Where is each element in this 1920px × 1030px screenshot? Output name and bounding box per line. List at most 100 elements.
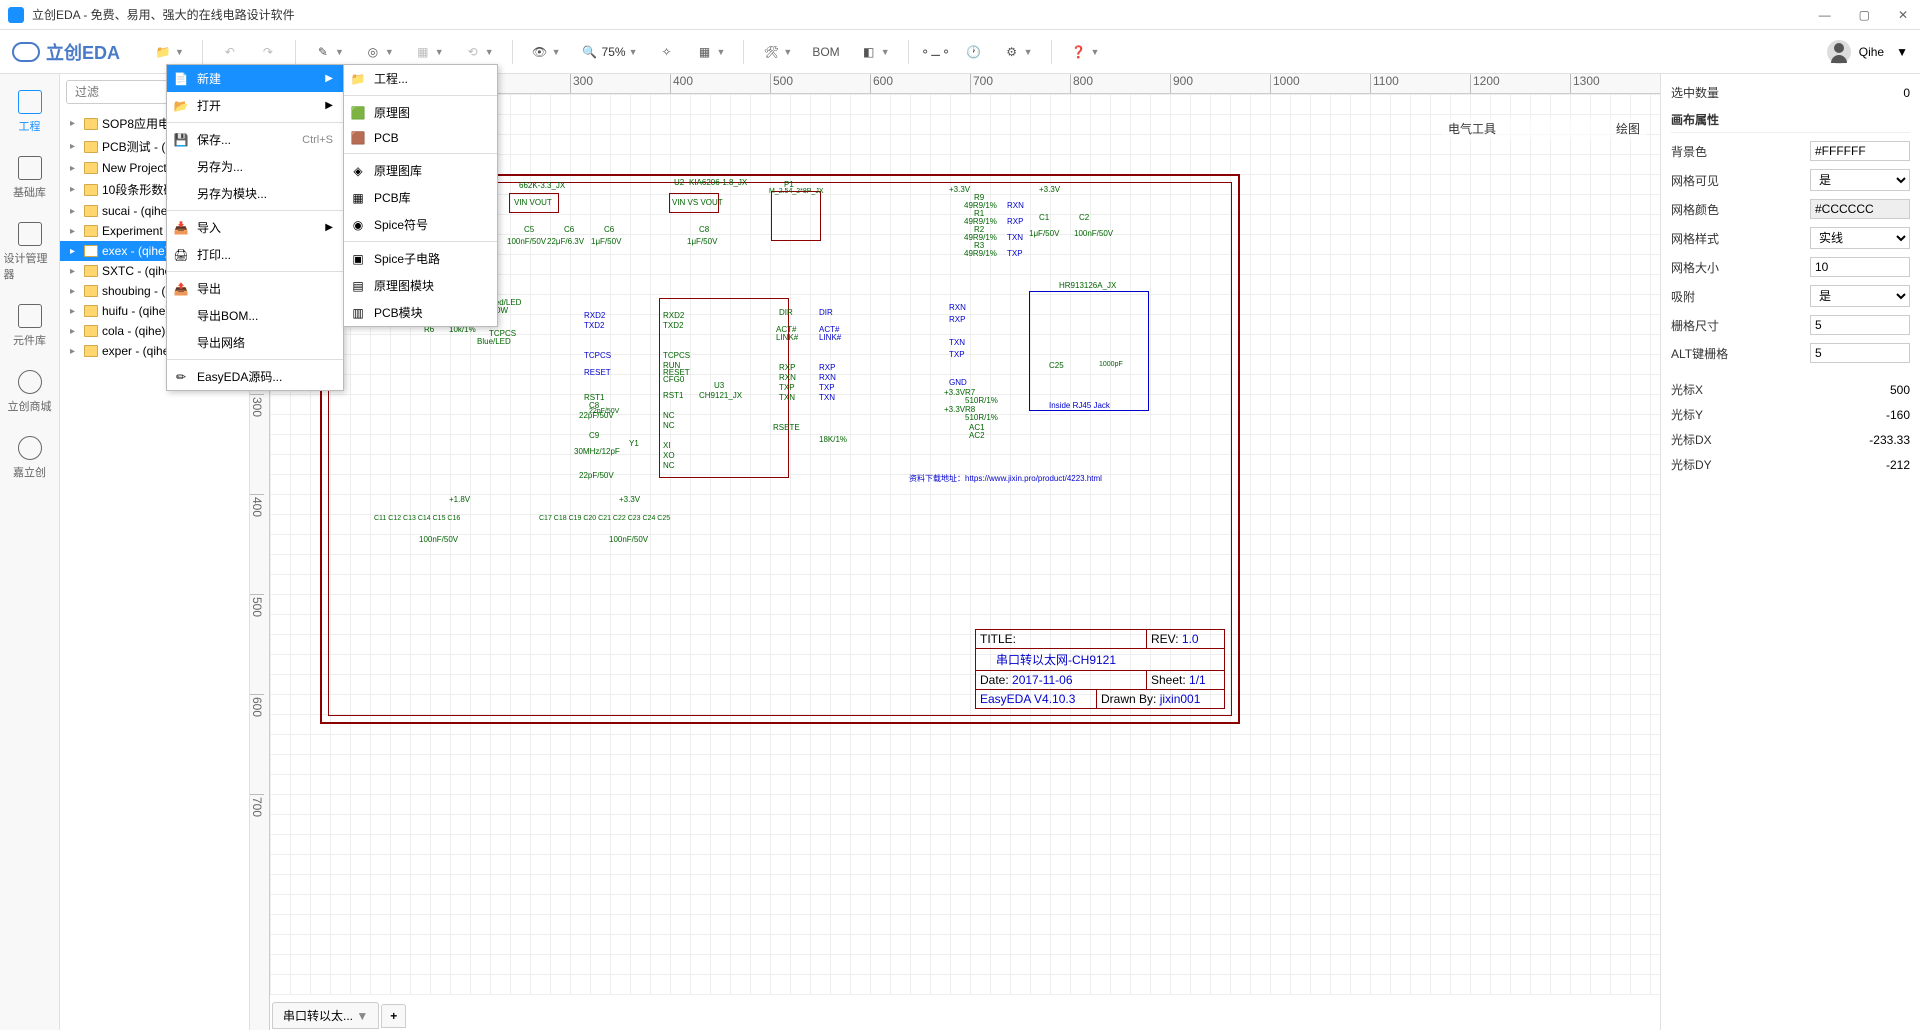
menu-item[interactable]: ✏EasyEDA源码... bbox=[167, 363, 343, 390]
titlebar: 立创EDA - 免费、易用、强大的在线电路设计软件 — ▢ ✕ bbox=[0, 0, 1920, 30]
gridstyle-select[interactable]: 实线 bbox=[1810, 227, 1910, 249]
folder-icon bbox=[84, 225, 98, 237]
zoom-label: 75% bbox=[602, 45, 626, 59]
place-button[interactable]: ◎▼ bbox=[358, 39, 400, 65]
menu-item[interactable]: 📁工程... bbox=[344, 65, 497, 92]
menu-item[interactable]: 导出网络 bbox=[167, 329, 343, 356]
nav-jlc[interactable]: 嘉立创 bbox=[4, 428, 56, 488]
jlc-icon bbox=[18, 436, 42, 460]
help-button[interactable]: ❓▼ bbox=[1064, 39, 1106, 65]
redo-button[interactable]: ↷ bbox=[253, 39, 283, 65]
folder-icon bbox=[84, 118, 98, 130]
redo-icon: ↷ bbox=[259, 43, 277, 61]
menu-item[interactable]: 🟩原理图 bbox=[344, 99, 497, 126]
menu-item[interactable]: ▣Spice子电路 bbox=[344, 245, 497, 272]
menu-item[interactable]: 📄新建▶ bbox=[167, 65, 343, 92]
sheet-tabs: 串口转以太... ▼ + bbox=[272, 1002, 406, 1029]
brand-text: 立创EDA bbox=[46, 39, 120, 65]
undo-icon: ↶ bbox=[221, 43, 239, 61]
altgrid-input[interactable] bbox=[1810, 343, 1910, 363]
nav-partlib[interactable]: 元件库 bbox=[4, 296, 56, 356]
maximize-button[interactable]: ▢ bbox=[1855, 8, 1874, 22]
expand-icon: ▸ bbox=[70, 346, 80, 357]
share-button[interactable]: ⚬⚊⚬ bbox=[921, 39, 951, 65]
submenu-arrow-icon: ▶ bbox=[325, 73, 333, 84]
submenu-arrow-icon: ▶ bbox=[325, 222, 333, 233]
menu-item-icon: 📄 bbox=[173, 71, 189, 87]
snap-select[interactable]: 是 bbox=[1810, 285, 1910, 307]
align-button[interactable]: ▦▼ bbox=[408, 39, 450, 65]
cursor-y-value: -160 bbox=[1886, 408, 1910, 422]
history-button[interactable]: 🕐 bbox=[959, 39, 989, 65]
menu-item-icon: 💾 bbox=[173, 132, 189, 148]
rotate-icon: ⟲ bbox=[464, 43, 482, 61]
menu-item[interactable]: ◈原理图库 bbox=[344, 157, 497, 184]
avatar[interactable] bbox=[1827, 40, 1851, 64]
app-logo-icon bbox=[8, 7, 24, 23]
gridsize-input[interactable] bbox=[1810, 257, 1910, 277]
zoom-button[interactable]: 🔍75%▼ bbox=[575, 39, 644, 65]
left-navbar: 工程 基础库 设计管理器 元件库 立创商城 嘉立创 bbox=[0, 74, 60, 1030]
menu-item[interactable]: ◉Spice符号 bbox=[344, 211, 497, 238]
rotate-button[interactable]: ⟲▼ bbox=[458, 39, 500, 65]
menu-item[interactable]: 🟫PCB bbox=[344, 126, 497, 150]
cursor-x-value: 500 bbox=[1890, 383, 1910, 397]
nav-lcsc[interactable]: 立创商城 bbox=[4, 362, 56, 422]
menu-item[interactable]: ▤原理图模块 bbox=[344, 272, 497, 299]
menu-item[interactable]: ▦PCB库 bbox=[344, 184, 497, 211]
bgcolor-input[interactable] bbox=[1810, 141, 1910, 161]
folder-icon bbox=[84, 205, 98, 217]
add-sheet-button[interactable]: + bbox=[381, 1004, 406, 1028]
minimize-button[interactable]: — bbox=[1815, 8, 1835, 22]
lcsc-icon bbox=[18, 370, 42, 394]
tools-icon: 🛠 bbox=[762, 43, 780, 61]
menu-item[interactable]: 导出BOM... bbox=[167, 302, 343, 329]
sheet-tab[interactable]: 串口转以太... ▼ bbox=[272, 1002, 379, 1029]
menu-item[interactable]: 📤导出 bbox=[167, 275, 343, 302]
eye-icon: 👁 bbox=[531, 43, 549, 61]
align-icon: ▦ bbox=[414, 43, 432, 61]
chip-icon bbox=[18, 156, 42, 180]
menu-item-icon: ◈ bbox=[350, 163, 366, 179]
gridcolor-input[interactable] bbox=[1810, 199, 1910, 219]
menu-item[interactable]: 另存为模块... bbox=[167, 180, 343, 207]
tools-button[interactable]: 🛠▼ bbox=[756, 39, 798, 65]
username[interactable]: Qihe bbox=[1859, 45, 1884, 59]
folder-icon: 📁 bbox=[154, 43, 172, 61]
cross-button[interactable]: ✧ bbox=[652, 39, 682, 65]
folder-icon bbox=[84, 184, 98, 196]
menu-item-icon: ✏ bbox=[173, 369, 189, 385]
nav-baselib[interactable]: 基础库 bbox=[4, 148, 56, 208]
menu-item[interactable]: ▥PCB模块 bbox=[344, 299, 497, 326]
menu-item[interactable]: 另存为... bbox=[167, 153, 343, 180]
expand-icon: ▸ bbox=[70, 163, 80, 174]
theme-button[interactable]: ◧▼ bbox=[854, 39, 896, 65]
nav-project[interactable]: 工程 bbox=[4, 82, 56, 142]
close-button[interactable]: ✕ bbox=[1894, 8, 1912, 22]
nav-design-mgr[interactable]: 设计管理器 bbox=[4, 214, 56, 290]
crosshair-icon: ✧ bbox=[658, 43, 676, 61]
float-draw[interactable]: 绘图 bbox=[1616, 120, 1640, 137]
expand-icon: ▸ bbox=[70, 141, 80, 152]
bom-button[interactable]: BOM bbox=[806, 41, 845, 63]
float-electrical[interactable]: 电气工具 bbox=[1448, 120, 1496, 137]
selection-count-value: 0 bbox=[1903, 86, 1910, 100]
grid-button[interactable]: ▦▼ bbox=[690, 39, 732, 65]
folder-icon bbox=[84, 345, 98, 357]
view-button[interactable]: 👁▼ bbox=[525, 39, 567, 65]
menu-item[interactable]: 📂打开▶ bbox=[167, 92, 343, 119]
rastersize-input[interactable] bbox=[1810, 315, 1910, 335]
undo-button[interactable]: ↶ bbox=[215, 39, 245, 65]
gridvisible-select[interactable]: 是 bbox=[1810, 169, 1910, 191]
menu-item[interactable]: 💾保存...Ctrl+S bbox=[167, 126, 343, 153]
draw-button[interactable]: ✎▼ bbox=[308, 39, 350, 65]
menu-item-icon: 🖨 bbox=[173, 247, 189, 263]
menu-item[interactable]: 📥导入▶ bbox=[167, 214, 343, 241]
theme-icon: ◧ bbox=[860, 43, 878, 61]
menu-item-icon: 📥 bbox=[173, 220, 189, 236]
menu-item-icon: ▥ bbox=[350, 305, 366, 321]
settings-button[interactable]: ⚙▼ bbox=[997, 39, 1039, 65]
menu-item[interactable]: 🖨打印... bbox=[167, 241, 343, 268]
submenu-arrow-icon: ▶ bbox=[325, 100, 333, 111]
file-menu-button[interactable]: 📁▼ bbox=[148, 39, 190, 65]
